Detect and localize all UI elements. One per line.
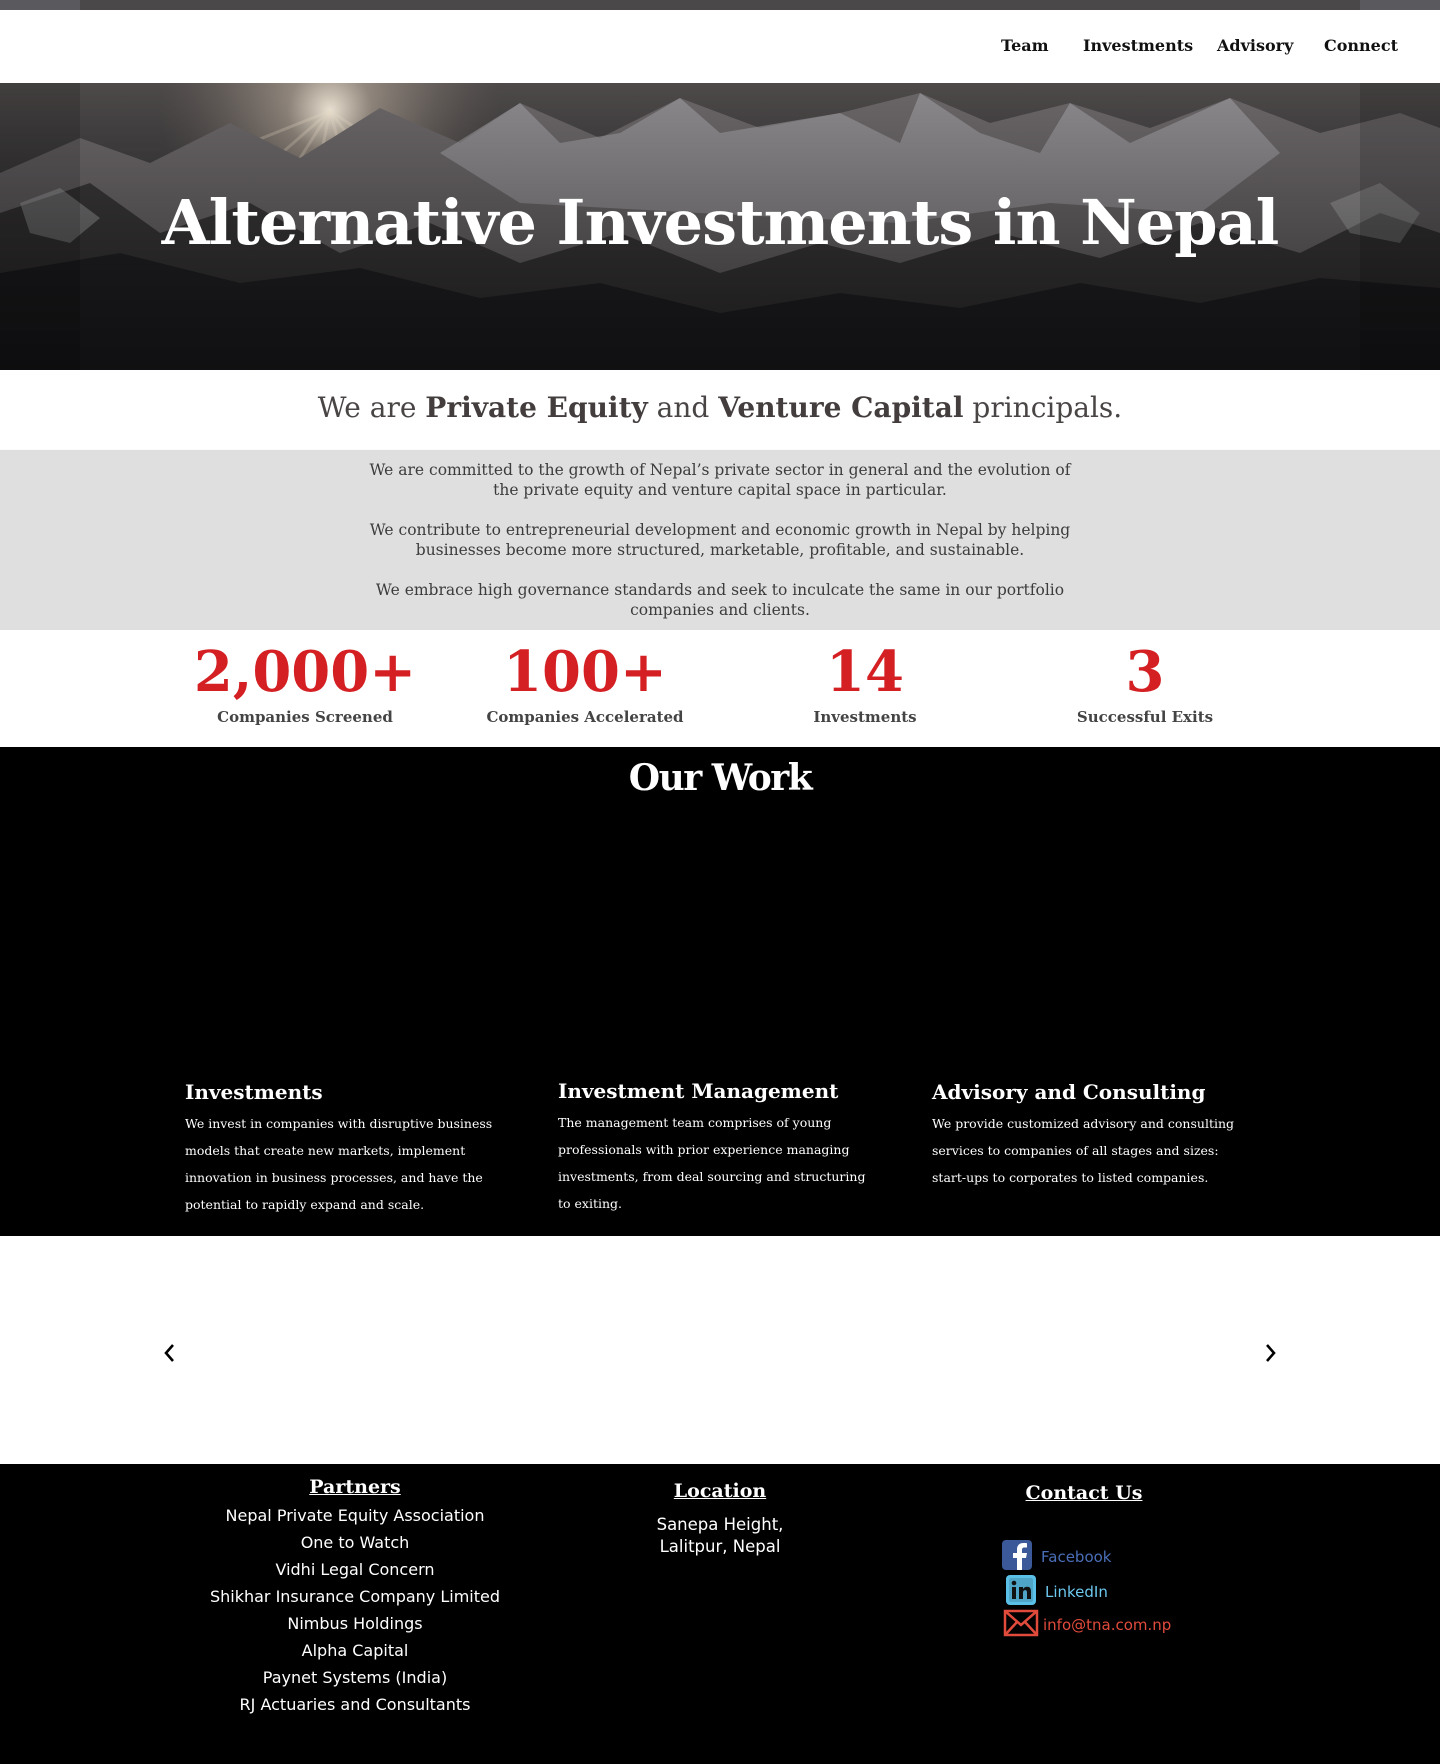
stat-label: Companies Accelerated xyxy=(486,708,684,726)
stat-value: 2,000+ xyxy=(193,639,417,705)
stat-value: 100+ xyxy=(503,639,667,705)
facebook-contact[interactable]: Facebook xyxy=(1001,1539,1111,1575)
nav-team-link[interactable]: Team xyxy=(1001,36,1049,55)
location-line-2: Lalitpur, Nepal xyxy=(659,1537,781,1556)
partners-list: Nepal Private Equity Association One to … xyxy=(205,1502,505,1718)
tagline: We are Private Equity and Venture Capita… xyxy=(0,370,1440,450)
partner-item: Nimbus Holdings xyxy=(287,1614,423,1633)
stat-successful-exits: 3 Successful Exits xyxy=(1015,640,1275,726)
location-line-1: Sanepa Height, xyxy=(656,1515,784,1534)
partner-item: Paynet Systems (India) xyxy=(262,1668,448,1687)
work-investment-management-text: The management team comprises of young p… xyxy=(558,1115,866,1211)
stat-value: 14 xyxy=(826,639,904,705)
top-navigation: Team Investments Advisory Connect xyxy=(0,10,1440,83)
carousel-next-arrow-icon[interactable] xyxy=(1259,1342,1281,1364)
nav-investments-link[interactable]: Investments xyxy=(1083,36,1193,55)
mission-paragraph-1: We are committed to the growth of Nepal’… xyxy=(369,461,1071,499)
work-investments-title: Investments xyxy=(185,1080,323,1104)
stat-label: Companies Screened xyxy=(217,708,393,726)
logo-carousel xyxy=(0,1236,1440,1464)
partner-item: Alpha Capital xyxy=(301,1641,409,1660)
linkedin-contact[interactable]: LinkedIn xyxy=(1005,1574,1108,1610)
email-icon xyxy=(1003,1609,1039,1641)
stat-label: Successful Exits xyxy=(1076,708,1214,726)
work-advisory-consulting: Advisory and Consulting We provide custo… xyxy=(932,1080,1242,1191)
work-investments: Investments We invest in companies with … xyxy=(185,1080,495,1218)
mission-statement: We are committed to the growth of Nepal’… xyxy=(0,450,1440,630)
linkedin-icon xyxy=(1005,1574,1037,1610)
work-investment-management-title: Investment Management xyxy=(558,1079,839,1103)
stat-value: 3 xyxy=(1125,639,1165,705)
footer: Partners Nepal Private Equity Associatio… xyxy=(0,1464,1440,1764)
contact-heading: Contact Us xyxy=(1025,1482,1143,1504)
stat-label: Investments xyxy=(813,708,917,726)
mission-paragraph-2: We contribute to entrepreneurial develop… xyxy=(369,521,1071,559)
tagline-suffix: principals. xyxy=(963,391,1123,424)
linkedin-link[interactable]: LinkedIn xyxy=(1045,1583,1108,1601)
work-advisory-consulting-text: We provide customized advisory and consu… xyxy=(932,1116,1235,1185)
partner-item: One to Watch xyxy=(300,1533,410,1552)
stats-section: 2,000+ Companies Screened 100+ Companies… xyxy=(0,630,1440,747)
nav-advisory-link[interactable]: Advisory xyxy=(1217,36,1293,55)
location-heading: Location xyxy=(673,1480,767,1502)
mission-paragraph-3: We embrace high governance standards and… xyxy=(375,581,1065,619)
partner-item: Nepal Private Equity Association xyxy=(225,1506,485,1525)
tagline-prefix: We are xyxy=(317,391,426,424)
facebook-link[interactable]: Facebook xyxy=(1041,1548,1111,1566)
work-investments-text: We invest in companies with disruptive b… xyxy=(185,1116,493,1212)
our-work-section: Our Work Investments We invest in compan… xyxy=(0,747,1440,1236)
partners-heading: Partners xyxy=(309,1476,401,1498)
tagline-mid: and xyxy=(647,391,719,424)
partner-item: RJ Actuaries and Consultants xyxy=(239,1695,471,1714)
tagline-venture-capital: Venture Capital xyxy=(718,391,964,424)
work-investment-management: Investment Management The management tea… xyxy=(558,1079,868,1217)
work-advisory-consulting-title: Advisory and Consulting xyxy=(932,1080,1206,1104)
hero-banner: Alternative Investments in Nepal xyxy=(0,83,1440,370)
nav-connect-link[interactable]: Connect xyxy=(1324,36,1398,55)
partner-item: Vidhi Legal Concern xyxy=(275,1560,435,1579)
stat-companies-accelerated: 100+ Companies Accelerated xyxy=(455,640,715,726)
tagline-private-equity: Private Equity xyxy=(425,391,648,424)
top-strip xyxy=(0,0,1440,10)
location-address: Sanepa Height, Lalitpur, Nepal xyxy=(620,1514,820,1558)
partner-item: Shikhar Insurance Company Limited xyxy=(209,1587,501,1606)
carousel-prev-arrow-icon[interactable] xyxy=(159,1342,181,1364)
hero-title: Alternative Investments in Nepal xyxy=(161,186,1280,259)
email-contact[interactable]: info@tna.com.np xyxy=(1003,1609,1171,1641)
our-work-title: Our Work xyxy=(628,757,813,799)
facebook-icon xyxy=(1001,1539,1033,1575)
stat-investments: 14 Investments xyxy=(735,640,995,726)
email-link[interactable]: info@tna.com.np xyxy=(1043,1616,1171,1634)
stat-companies-screened: 2,000+ Companies Screened xyxy=(175,640,435,726)
